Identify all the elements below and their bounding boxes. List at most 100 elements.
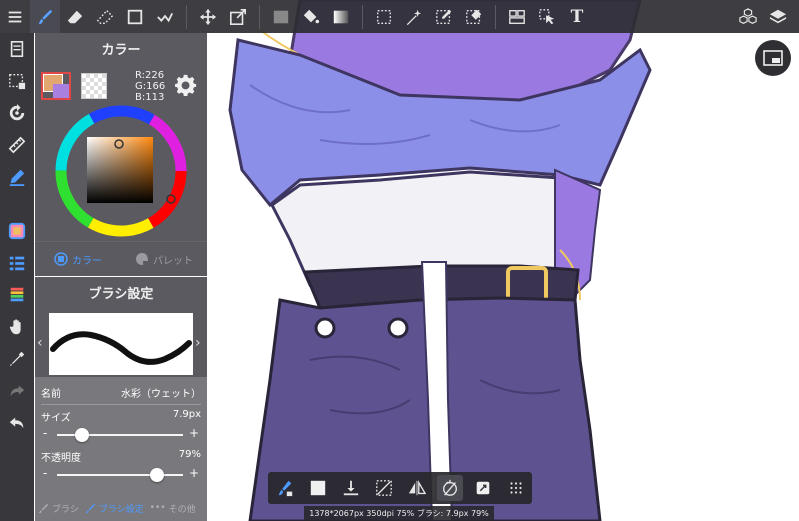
gradient-icon[interactable] bbox=[326, 0, 356, 33]
navigator-button[interactable] bbox=[755, 40, 791, 76]
select-rect-icon[interactable] bbox=[369, 0, 399, 33]
tab-brush[interactable]: ブラシ bbox=[35, 502, 82, 515]
layers-icon[interactable] bbox=[763, 0, 793, 33]
color-panel-title: カラー bbox=[101, 43, 141, 58]
gear-icon[interactable] bbox=[175, 74, 197, 96]
brush-name-value: 水彩（ウェット） bbox=[121, 389, 201, 400]
brush-stroke bbox=[50, 331, 192, 365]
brush-panel-title: ブラシ設定 bbox=[88, 287, 154, 302]
more-dots-icon: ••• bbox=[149, 503, 166, 513]
quick-access-bar bbox=[268, 472, 532, 504]
tab-color-label: カラー bbox=[72, 255, 102, 267]
flip-icon[interactable] bbox=[404, 475, 430, 501]
minus-icon[interactable]: - bbox=[43, 426, 47, 440]
paint-bucket-icon[interactable] bbox=[296, 0, 326, 33]
rgb-g: G:166 bbox=[135, 81, 166, 92]
download-icon[interactable] bbox=[338, 475, 364, 501]
toolbar-divider bbox=[495, 4, 496, 29]
tab-palette[interactable]: パレット bbox=[121, 242, 207, 276]
brush-opacity-row: 不透明度 79% bbox=[41, 449, 201, 464]
brush-opacity-label: 不透明度 bbox=[41, 453, 81, 464]
brush-size-value: 7.9px bbox=[172, 409, 201, 420]
transform-icon[interactable] bbox=[223, 0, 253, 33]
color-tab-icon bbox=[54, 252, 68, 266]
brush-size-row: サイズ 7.9px bbox=[41, 409, 201, 424]
tab-brush-label: ブラシ bbox=[52, 504, 79, 515]
pen-blue-icon[interactable] bbox=[0, 161, 34, 193]
status-bar: 1378*2067px 350dpi 75% ブラシ: 7.9px 79% bbox=[304, 506, 494, 521]
color-panel: カラー R:226 G:166 B:113 カラー パレット bbox=[35, 33, 207, 276]
magic-wand-icon[interactable] bbox=[399, 0, 429, 33]
rgb-b: B:113 bbox=[135, 92, 165, 103]
color-panel-icon[interactable] bbox=[0, 215, 34, 247]
size-slider-knob[interactable] bbox=[75, 428, 90, 442]
fullscreen-icon[interactable] bbox=[470, 475, 496, 501]
rgb-readout: R:226 G:166 B:113 bbox=[135, 70, 165, 103]
tab-color[interactable]: カラー bbox=[35, 242, 121, 276]
brush-icon[interactable] bbox=[30, 0, 60, 33]
secondary-color[interactable] bbox=[53, 84, 69, 98]
rotate-icon[interactable] bbox=[0, 97, 34, 129]
brush-settings-panel: ブラシ設定 ‹ › 名前 水彩（ウェット） サイズ 7.9px - + 不透明度… bbox=[35, 277, 207, 521]
eraser-icon[interactable] bbox=[60, 0, 90, 33]
brush-tab-icon bbox=[38, 503, 49, 513]
toolbar-divider bbox=[259, 4, 260, 29]
menu-icon[interactable] bbox=[0, 0, 30, 33]
rgb-r: R:226 bbox=[135, 70, 165, 81]
grid-dots-icon[interactable] bbox=[503, 475, 529, 501]
undo-icon[interactable] bbox=[0, 407, 34, 439]
select-pen-icon[interactable] bbox=[429, 0, 459, 33]
text-tool-icon[interactable]: T bbox=[562, 0, 592, 33]
navigator-icon bbox=[763, 50, 783, 66]
tab-palette-label: パレット bbox=[153, 255, 193, 267]
move-icon[interactable] bbox=[193, 0, 223, 33]
minus-icon[interactable]: - bbox=[43, 466, 47, 480]
select-eraser-icon[interactable] bbox=[459, 0, 489, 33]
main-color-swatch[interactable] bbox=[41, 72, 71, 100]
toolbar-divider bbox=[186, 4, 187, 29]
tab-other[interactable]: ••• その他 bbox=[147, 502, 199, 515]
brush-stroke-preview bbox=[49, 313, 193, 375]
toolbar-divider bbox=[362, 4, 363, 29]
selection-icon[interactable] bbox=[0, 65, 34, 97]
plus-icon[interactable]: + bbox=[189, 466, 199, 480]
brush-name-label: 名前 bbox=[41, 389, 61, 400]
brush-name-row[interactable]: 名前 水彩（ウェット） bbox=[41, 385, 201, 405]
brush-opacity-value: 79% bbox=[178, 449, 201, 460]
brush-size-label: サイズ bbox=[41, 413, 71, 424]
color-bars-icon[interactable] bbox=[0, 279, 34, 311]
brush-panel-tabs: ブラシ ブラシ設定 ••• その他 bbox=[35, 495, 207, 521]
rotate-reset-icon[interactable] bbox=[436, 475, 463, 501]
fill-color-icon[interactable] bbox=[266, 0, 296, 33]
transparent-color-swatch[interactable] bbox=[81, 73, 107, 99]
size-slider[interactable]: - + bbox=[41, 426, 201, 442]
top-toolbar: T bbox=[0, 0, 799, 33]
opacity-slider-track bbox=[57, 474, 183, 476]
materials-icon[interactable] bbox=[733, 0, 763, 33]
brush-quick-icon[interactable] bbox=[272, 475, 298, 501]
redo-icon[interactable] bbox=[0, 375, 34, 407]
fill-eraser-icon[interactable] bbox=[90, 0, 120, 33]
chevron-right-icon[interactable]: › bbox=[195, 335, 201, 351]
hand-icon[interactable] bbox=[0, 311, 34, 343]
layer-list-icon[interactable] bbox=[0, 247, 34, 279]
color-wheel[interactable] bbox=[53, 103, 189, 239]
color-panel-tabs: カラー パレット bbox=[35, 241, 207, 276]
opacity-slider[interactable]: - + bbox=[41, 466, 201, 482]
rectangle-icon[interactable] bbox=[120, 0, 150, 33]
brush-settings-tab-icon bbox=[85, 503, 95, 513]
plus-icon[interactable]: + bbox=[189, 426, 199, 440]
deselect-icon[interactable] bbox=[371, 475, 397, 501]
tab-brush-settings[interactable]: ブラシ設定 bbox=[82, 502, 147, 515]
ruler-icon[interactable] bbox=[0, 129, 34, 161]
opacity-slider-knob[interactable] bbox=[149, 468, 164, 482]
eyedropper-icon[interactable] bbox=[0, 343, 34, 375]
page-icon[interactable] bbox=[0, 33, 34, 65]
select-cursor-icon[interactable] bbox=[532, 0, 562, 33]
panel-layout-icon[interactable] bbox=[502, 0, 532, 33]
chevron-left-icon[interactable]: ‹ bbox=[37, 335, 43, 351]
left-toolbar bbox=[0, 33, 34, 521]
correction-icon[interactable] bbox=[150, 0, 180, 33]
fill-square-icon[interactable] bbox=[305, 475, 331, 501]
